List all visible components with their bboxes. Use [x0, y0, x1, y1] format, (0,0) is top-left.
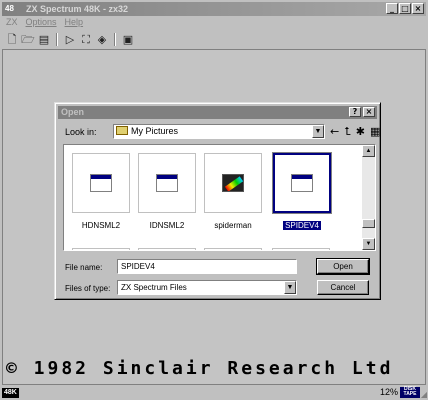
files-of-type-dropdown[interactable]: ZX Spectrum Files ▼ — [117, 280, 297, 295]
menu-help[interactable]: Help — [65, 17, 84, 30]
spectrum-file-icon — [222, 174, 244, 192]
toolbar-separator — [114, 33, 116, 46]
open-dialog: Open ? × Look in: My Pictures ▼ ← ⮤ ✱ ▦ … — [54, 102, 381, 300]
back-arrow-icon[interactable]: ← — [330, 125, 339, 139]
look-in-value: My Pictures — [131, 126, 179, 136]
window-title: ZX Spectrum 48K - zx32 — [26, 4, 129, 14]
model-badge: 48K — [2, 388, 19, 398]
file-thumbnail — [204, 153, 262, 213]
tape-label: TAPE — [403, 391, 417, 397]
chevron-down-icon[interactable]: ▼ — [284, 281, 296, 294]
close-button[interactable]: × — [412, 3, 424, 14]
maximize-button[interactable]: □ — [399, 3, 411, 14]
main-window: 48 ZX Spectrum 48K - zx32 _ □ × ZX Optio… — [0, 0, 428, 400]
files-of-type-value: ZX Spectrum Files — [121, 283, 187, 292]
new-icon[interactable]: 🗋 — [5, 33, 19, 47]
list-item[interactable] — [138, 248, 196, 250]
window-file-icon — [156, 174, 178, 192]
status-bar: 48K 12% DISK TAPE ◢ — [0, 386, 428, 400]
title-bar: 48 ZX Spectrum 48K - zx32 _ □ × — [2, 2, 426, 16]
list-item[interactable]: IDNSML2 — [136, 153, 198, 230]
dialog-title: Open — [61, 107, 85, 117]
list-item[interactable] — [72, 248, 130, 250]
vertical-scrollbar[interactable]: ▲ ▼ — [362, 145, 375, 250]
speed-percent: 12% — [379, 387, 398, 397]
save-icon[interactable]: ▤ — [37, 33, 51, 47]
files-of-type-label: Files of type: — [65, 284, 111, 293]
menu-bar: ZX Options Help — [2, 17, 83, 30]
fullscreen-icon[interactable]: ⛶ — [79, 33, 93, 47]
window-file-icon — [90, 174, 112, 192]
menu-options[interactable]: Options — [26, 17, 57, 30]
look-in-dropdown[interactable]: My Pictures ▼ — [113, 124, 325, 139]
list-item[interactable] — [272, 248, 330, 250]
list-item[interactable] — [204, 248, 262, 250]
toolbar: 🗋 🗁 ▤ ▷ ⛶ ◈ ▣ — [2, 31, 426, 48]
open-icon[interactable]: 🗁 — [21, 33, 35, 47]
file-name: spiderman — [214, 221, 252, 230]
file-thumbnail — [138, 153, 196, 213]
file-name: HDNSML2 — [81, 221, 121, 230]
app-icon: 48 — [5, 4, 14, 13]
dialog-close-button[interactable]: × — [363, 107, 375, 117]
file-name: IDNSML2 — [149, 221, 185, 230]
menu-zx[interactable]: ZX — [6, 17, 18, 30]
file-list[interactable]: HDNSML2 IDNSML2 spiderman SPIDEV4 ▲ ▼ — [63, 144, 376, 251]
file-thumbnail — [272, 152, 332, 214]
folder-icon — [116, 126, 128, 135]
toolbar-separator — [56, 33, 58, 46]
resize-grip-icon[interactable]: ◢ — [421, 390, 427, 399]
snapshot-icon[interactable]: ▣ — [121, 33, 135, 47]
file-name: SPIDEV4 — [283, 221, 321, 230]
file-name-field[interactable]: SPIDEV4 — [117, 259, 297, 274]
scroll-down-icon[interactable]: ▼ — [362, 238, 375, 250]
copyright-text: © 1982 Sinclair Research Ltd — [6, 358, 394, 379]
open-button[interactable]: Open — [316, 258, 370, 275]
list-item-selected[interactable]: SPIDEV4 — [271, 152, 333, 230]
chevron-down-icon[interactable]: ▼ — [312, 125, 324, 138]
window-file-icon — [291, 174, 313, 192]
cancel-button[interactable]: Cancel — [317, 280, 369, 295]
scroll-thumb[interactable] — [362, 219, 375, 228]
sound-icon[interactable]: ◈ — [95, 33, 109, 47]
dialog-title-bar: Open ? × — [58, 106, 377, 119]
new-folder-icon[interactable]: ✱ — [356, 125, 365, 139]
minimize-button[interactable]: _ — [386, 3, 398, 14]
help-button[interactable]: ? — [349, 107, 361, 117]
look-in-label: Look in: — [65, 127, 97, 137]
scroll-up-icon[interactable]: ▲ — [362, 145, 375, 157]
play-icon[interactable]: ▷ — [63, 33, 77, 47]
disk-tape-icon[interactable]: DISK TAPE — [400, 387, 420, 398]
file-name-label: File name: — [65, 263, 103, 272]
list-item[interactable]: HDNSML2 — [70, 153, 132, 230]
up-folder-icon[interactable]: ⮤ — [344, 125, 351, 139]
list-item[interactable]: spiderman — [202, 153, 264, 230]
file-thumbnail — [72, 153, 130, 213]
view-menu-icon[interactable]: ▦ — [370, 125, 380, 139]
